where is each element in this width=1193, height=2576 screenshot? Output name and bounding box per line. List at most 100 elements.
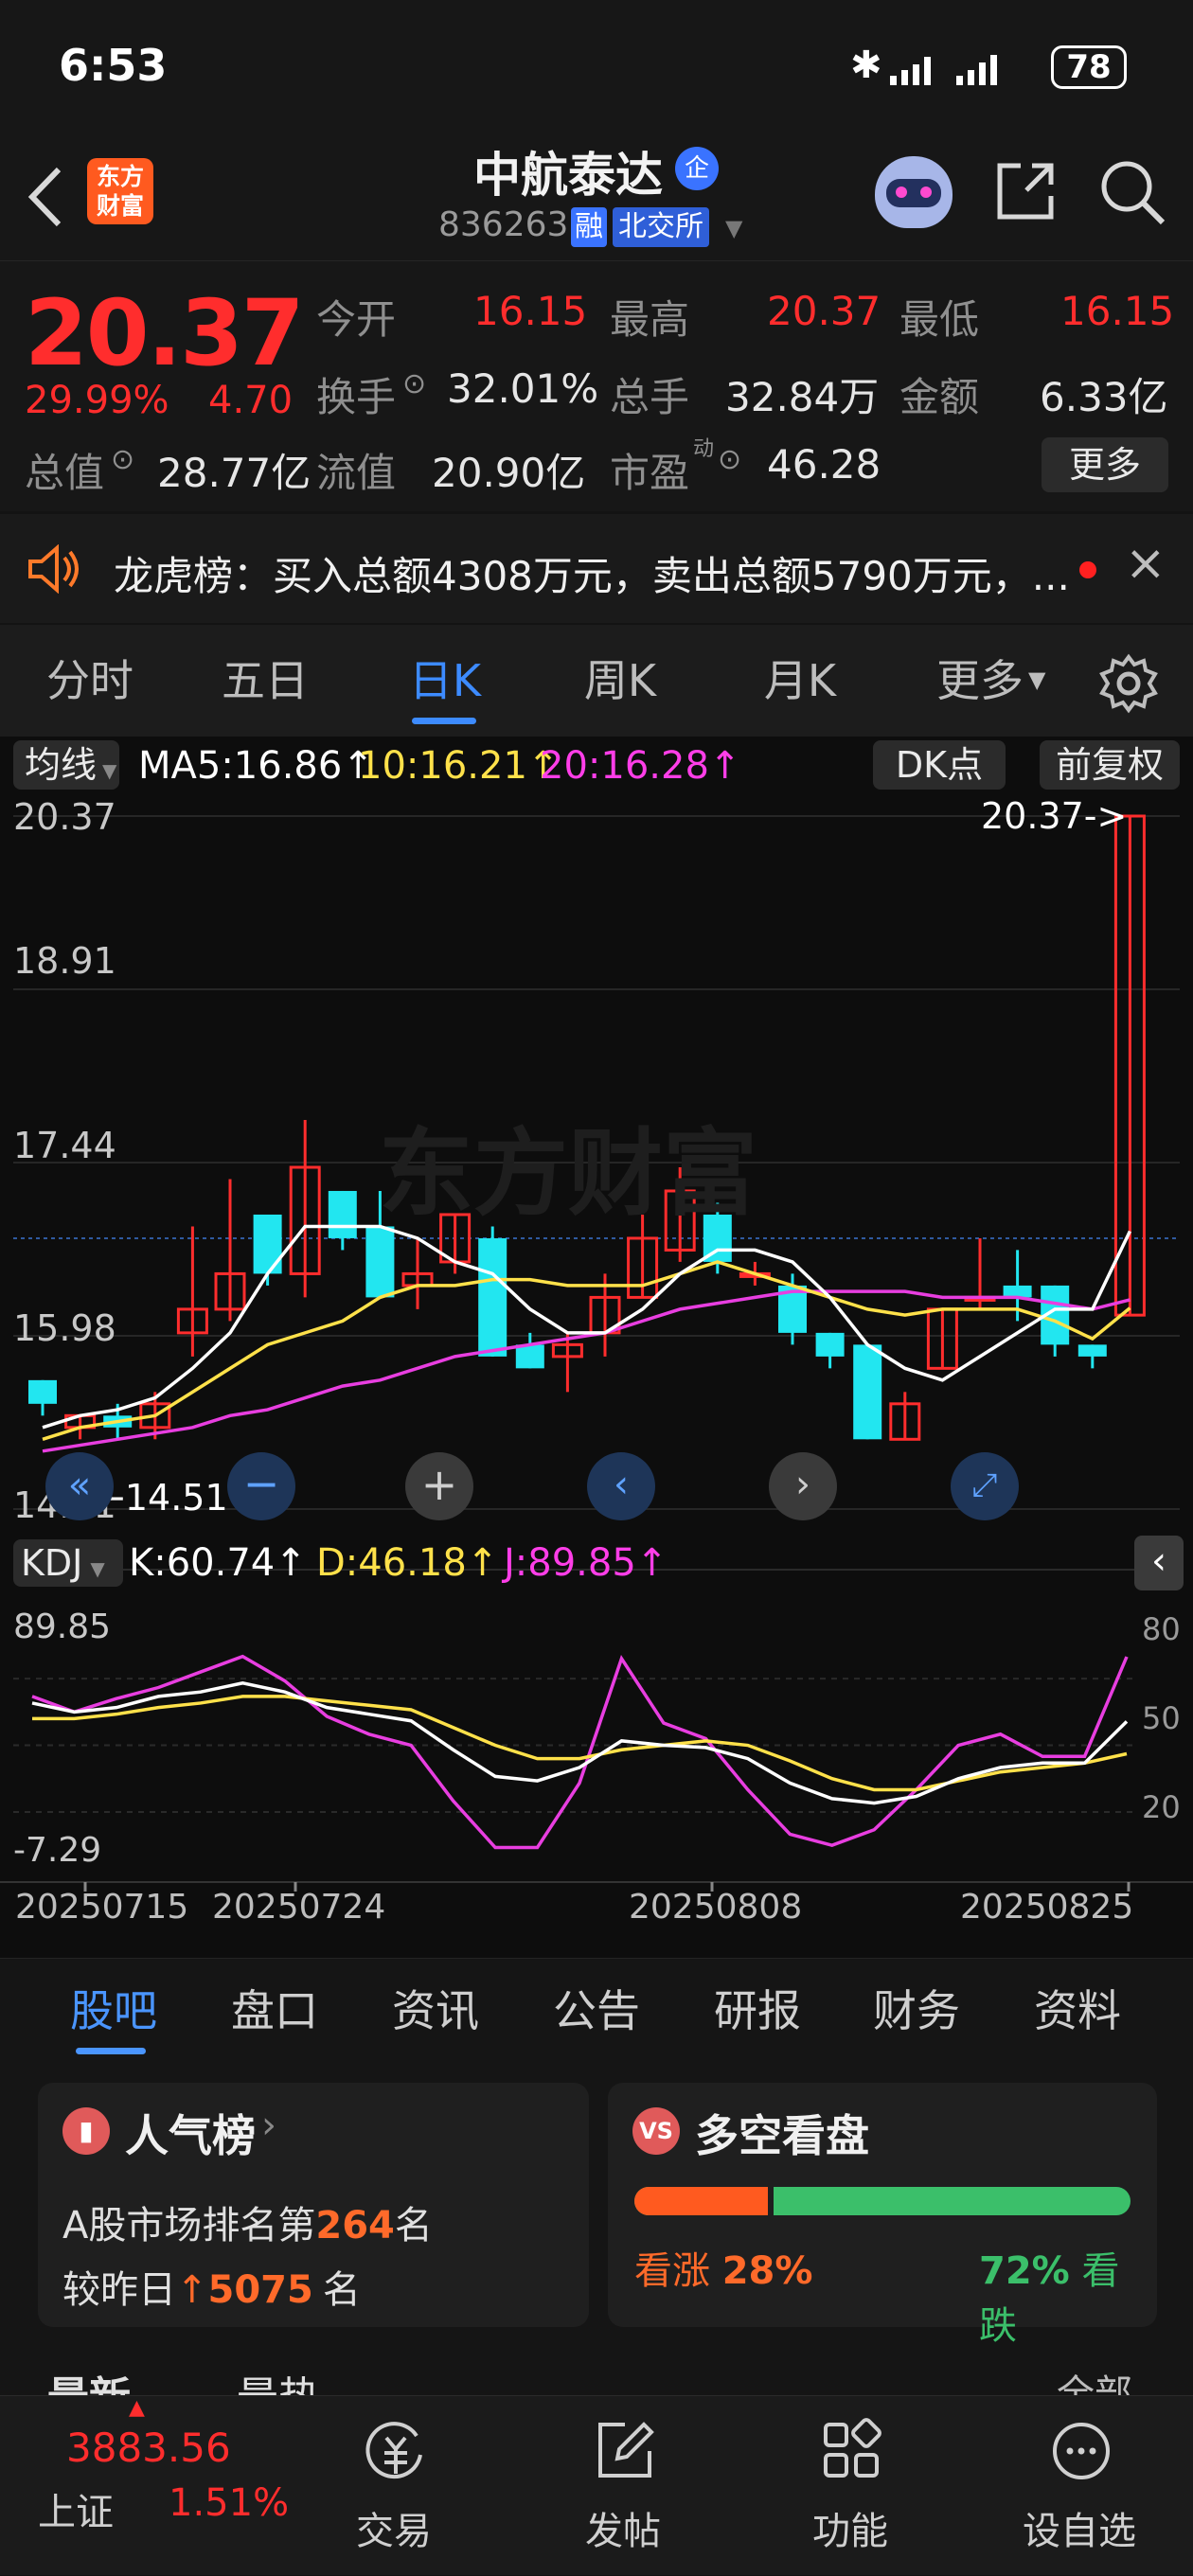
kline-svg	[0, 814, 1193, 1892]
kdj-right-20: 20	[1142, 1789, 1181, 1825]
tab-profile[interactable]: 资料	[1011, 1959, 1144, 2063]
tab-intraday[interactable]: 分时	[19, 625, 161, 737]
nav-functions[interactable]: 功能	[756, 2396, 945, 2576]
kdj-j-legend: J:89.85↑	[504, 1541, 668, 1585]
tab-weekly-k[interactable]: 周K	[549, 625, 691, 737]
indicator-label: KDJ	[21, 1542, 83, 1584]
volume-value: 32.84万	[725, 374, 880, 420]
open-label: 今开	[316, 296, 397, 343]
adjust-mode-button[interactable]: 前复权	[1040, 740, 1180, 790]
margin-badge: 融	[571, 207, 607, 247]
popularity-card[interactable]: ▮ 人气榜 › A股市场排名第264名 较昨日↑5075 名	[38, 2083, 589, 2327]
tab-news[interactable]: 资讯	[369, 1959, 502, 2063]
float-cap-label: 流值	[316, 450, 397, 496]
rank-suffix: 名	[394, 2204, 433, 2247]
amount-label: 金额	[899, 374, 980, 420]
candle-body	[1077, 1344, 1107, 1357]
candle-body	[815, 1332, 845, 1357]
bull-label: 看涨 28%	[634, 2240, 812, 2295]
zoom-out-icon[interactable]: −	[227, 1452, 295, 1520]
tab-five-day[interactable]: 五日	[194, 625, 336, 737]
zoom-in-icon[interactable]: +	[405, 1452, 473, 1520]
index-ticker[interactable]: ▲ 3883.56 上证 1.51%	[0, 2396, 289, 2576]
info-circle-icon[interactable]: ⊙	[402, 367, 426, 400]
y-label-3: 17.44	[13, 1125, 116, 1166]
low-label: 最低	[899, 296, 980, 343]
ma10-legend: 10:16.21↑	[358, 744, 560, 788]
stock-name: 中航泰达	[473, 148, 663, 203]
ma-selector[interactable]: 均线 ▼	[13, 740, 119, 790]
kline-chart[interactable]: 均线 ▼ MA5:16.86↑ 10:16.21↑ 20:16.28↑ DK点 前…	[0, 737, 1193, 1958]
share-icon[interactable]	[992, 158, 1059, 224]
ma5-legend: MA5:16.86↑	[138, 744, 374, 788]
nav-watchlist[interactable]: 设自选	[985, 2396, 1174, 2576]
scroll-start-icon[interactable]: «	[45, 1452, 114, 1520]
date-label-4: 20250825	[960, 1888, 1134, 1927]
dk-point-button[interactable]: DK点	[873, 740, 1006, 790]
more-button[interactable]: 更多	[1042, 437, 1168, 492]
nav-post[interactable]: 发帖	[528, 2396, 718, 2576]
search-icon[interactable]	[1096, 156, 1168, 228]
dragon-tiger-notice[interactable]: 龙虎榜：买入总额4308万元，卖出总额5790万元，... ×	[0, 514, 1193, 623]
candle-body	[1003, 1285, 1032, 1298]
last-price-tag: 20.37->	[981, 795, 1128, 837]
tab-more[interactable]: 更多	[923, 625, 1037, 737]
rank-change-value: 5075	[207, 2268, 313, 2312]
nav-trade[interactable]: 交易	[299, 2396, 489, 2576]
period-tabs: 分时 五日 日K 周K 月K 更多 ▼	[0, 625, 1193, 737]
tab-finance[interactable]: 财务	[850, 1959, 983, 2063]
y-label-top: 20.37	[13, 796, 116, 838]
nav-watchlist-label: 设自选	[1023, 2510, 1136, 2553]
trade-icon	[365, 2422, 422, 2479]
tab-monthly-k[interactable]: 月K	[729, 625, 871, 737]
date-label-3: 20250808	[629, 1888, 803, 1927]
kdj-y-top: 89.85	[13, 1608, 112, 1646]
app-logo[interactable]: 东方 财富	[87, 158, 153, 224]
info-circle-icon[interactable]: ⊙	[111, 443, 134, 476]
functions-grid-icon	[824, 2418, 881, 2478]
fullscreen-icon[interactable]: ⤢	[951, 1452, 1019, 1520]
tab-pankou[interactable]: 盘口	[208, 1959, 341, 2063]
exchange-badge: 北交所	[613, 207, 709, 247]
candle-body	[328, 1190, 357, 1238]
bull-bear-card[interactable]: VS 多空看盘 看涨 28% 72% 看跌	[608, 2083, 1157, 2348]
info-tabs: 股吧 盘口 资讯 公告 研报 财务 资料	[0, 1958, 1193, 2062]
close-icon[interactable]: ×	[1125, 535, 1166, 592]
low-price-tag: ←14.51	[95, 1477, 228, 1519]
change-percent: 29.99%	[25, 379, 169, 422]
kdj-k-legend: K:60.74↑	[129, 1541, 307, 1585]
robot-assistant-icon[interactable]	[875, 156, 953, 228]
logo-line2: 财富	[96, 192, 144, 220]
pe-value: 46.28	[767, 441, 881, 488]
turnover-value: 32.01%	[447, 365, 599, 412]
scroll-left-icon[interactable]: ‹	[587, 1452, 655, 1520]
nav-post-label: 发帖	[585, 2510, 661, 2553]
speaker-icon	[28, 544, 79, 594]
ma20-legend: 20:16.28↑	[540, 744, 741, 788]
dropdown-caret-icon[interactable]: ▼	[725, 215, 742, 241]
bull-label-text: 看涨	[634, 2249, 710, 2293]
stock-code: 836263	[438, 205, 569, 244]
bear-label: 72% 看跌	[979, 2240, 1157, 2350]
settings-gear-icon[interactable]	[1098, 653, 1159, 714]
pe-dynamic-sup: 动	[693, 437, 715, 461]
indicator-selector[interactable]: KDJ ▼	[13, 1539, 123, 1587]
up-arrow-icon: ↑	[176, 2268, 208, 2312]
rank-prefix: A股市场排名第	[62, 2204, 316, 2247]
tab-research[interactable]: 研报	[691, 1959, 824, 2063]
sentiment-bar	[634, 2187, 1131, 2215]
bull-bear-title: 多空看盘	[695, 2110, 869, 2161]
kdj-d-legend: D:46.18↑	[316, 1541, 499, 1585]
kdj-right-50: 50	[1142, 1700, 1181, 1736]
info-circle-icon[interactable]: ⊙	[718, 443, 741, 476]
collapse-panel-icon[interactable]: ‹	[1134, 1536, 1184, 1590]
low-value: 16.15	[1060, 288, 1175, 334]
scroll-right-icon[interactable]: ›	[769, 1452, 837, 1520]
rank-value: 264	[315, 2204, 395, 2247]
y-label-4: 15.98	[13, 1307, 116, 1349]
tab-announcements[interactable]: 公告	[530, 1959, 663, 2063]
ma10-line	[42, 1260, 1131, 1441]
back-arrow-icon[interactable]	[25, 164, 66, 230]
date-label-2: 20250724	[212, 1888, 386, 1927]
quote-panel: 20.37 29.99% 4.70 今开 16.15 最高 20.37 最低 1…	[0, 260, 1193, 511]
